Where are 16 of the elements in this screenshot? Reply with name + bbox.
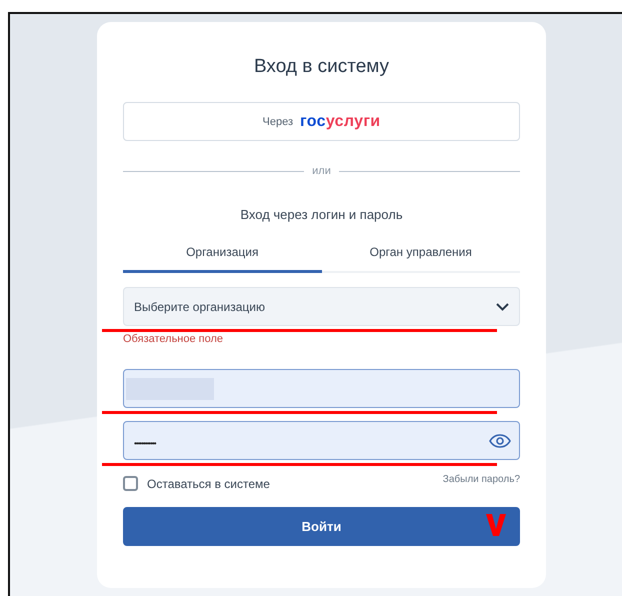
forgot-password-link[interactable]: Забыли пароль? (442, 474, 520, 485)
checkbox-label: Оставаться в системе (147, 476, 270, 490)
login-subtitle: Вход через логин и пароль (239, 207, 404, 222)
login-tab[interactable]: Организация (123, 244, 322, 273)
login-field[interactable] (123, 369, 520, 408)
remember-checkbox[interactable] (123, 476, 138, 491)
gosuslugi-login-button[interactable]: Через госуслуги (123, 102, 520, 141)
password-field[interactable]: •••••••••••• (123, 421, 520, 460)
chevron-down-icon (496, 302, 509, 310)
eye-icon[interactable] (489, 434, 511, 448)
organization-select[interactable]: Выберите организацию (123, 287, 520, 326)
login-title: Вход в систему (252, 56, 390, 78)
error-message: Обязательное поле (123, 333, 224, 345)
login-tab[interactable]: Орган управления (322, 244, 520, 273)
login-button[interactable]: Войти (123, 507, 520, 546)
divider-text: или (312, 165, 331, 177)
